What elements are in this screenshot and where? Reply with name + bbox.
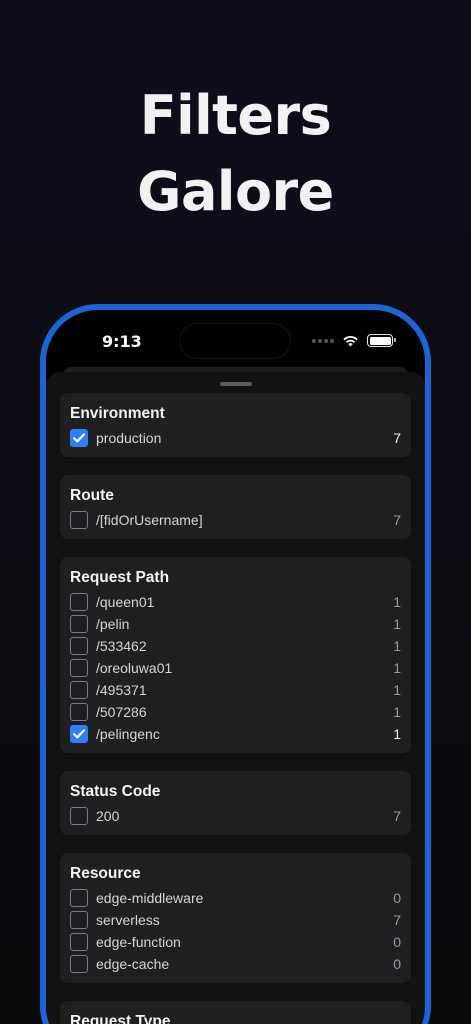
filter-checkbox[interactable] <box>70 511 88 529</box>
dynamic-island <box>180 324 290 358</box>
filter-option-label: edge-cache <box>96 956 170 972</box>
filter-option[interactable]: edge-cache 0 <box>70 953 401 975</box>
filter-option-count: 7 <box>393 430 401 446</box>
filter-option-label: /507286 <box>96 704 147 720</box>
filter-option[interactable]: edge-function 0 <box>70 931 401 953</box>
filter-option-count: 0 <box>393 934 401 950</box>
filter-option-label: /queen01 <box>96 594 155 610</box>
filter-option[interactable]: /pelin 1 <box>70 613 401 635</box>
filter-option-count: 0 <box>393 956 401 972</box>
filter-checkbox[interactable] <box>70 637 88 655</box>
filter-option-label: /533462 <box>96 638 147 654</box>
headline-line-1: Filters <box>139 84 332 147</box>
filter-option[interactable]: /533462 1 <box>70 635 401 657</box>
filter-checkbox[interactable] <box>70 725 88 743</box>
filter-checkbox[interactable] <box>70 889 88 907</box>
filter-option[interactable]: 200 7 <box>70 805 401 827</box>
filter-section-title: Resource <box>70 865 141 882</box>
filter-option-count: 1 <box>393 682 401 698</box>
sheet-grabber[interactable] <box>220 382 252 386</box>
filter-option[interactable]: /queen01 1 <box>70 591 401 613</box>
filter-checkbox[interactable] <box>70 615 88 633</box>
filter-option-label: /pelingenc <box>96 726 160 742</box>
status-bar: 9:13 <box>46 310 425 370</box>
filter-section: Environment production 7 <box>60 393 411 457</box>
filter-checkbox[interactable] <box>70 955 88 973</box>
filter-section-title: Status Code <box>70 783 161 800</box>
cellular-signal-icon <box>312 338 334 343</box>
filter-option-label: serverless <box>96 912 160 928</box>
filter-option-label: /495371 <box>96 682 147 698</box>
phone-frame: 9:13 Environment production 7 Route /[fidOrU… <box>40 304 431 1024</box>
filter-option-label: /pelin <box>96 616 130 632</box>
filter-option-label: production <box>96 430 162 446</box>
filter-checkbox[interactable] <box>70 593 88 611</box>
filter-option[interactable]: /495371 1 <box>70 679 401 701</box>
filter-section: Route /[fidOrUsername] 7 <box>60 475 411 539</box>
filter-option-count: 1 <box>393 638 401 654</box>
filter-option-label: edge-middleware <box>96 890 204 906</box>
filter-sections: Environment production 7 Route /[fidOrUserna… <box>60 393 411 1024</box>
filter-checkbox[interactable] <box>70 807 88 825</box>
battery-icon <box>367 334 396 347</box>
filter-option-label: edge-function <box>96 934 181 950</box>
filter-option[interactable]: serverless 7 <box>70 909 401 931</box>
headline-line-2: Galore <box>137 160 334 223</box>
filter-checkbox[interactable] <box>70 659 88 677</box>
filters-sheet[interactable]: Environment production 7 Route /[fidOrUserna… <box>46 372 425 1024</box>
filter-option[interactable]: production 7 <box>70 427 401 449</box>
filter-option-count: 1 <box>393 616 401 632</box>
filter-option[interactable]: edge-middleware 0 <box>70 887 401 909</box>
filter-option[interactable]: /pelingenc 1 <box>70 723 401 745</box>
filter-option-count: 7 <box>393 512 401 528</box>
filter-option-count: 1 <box>393 660 401 676</box>
checkmark-icon <box>73 433 85 443</box>
filter-checkbox[interactable] <box>70 933 88 951</box>
filter-option-count: 7 <box>393 912 401 928</box>
filter-checkbox[interactable] <box>70 681 88 699</box>
filter-option[interactable]: /oreoluwa01 1 <box>70 657 401 679</box>
wifi-icon <box>343 336 358 347</box>
status-time: 9:13 <box>102 332 142 351</box>
filter-checkbox[interactable] <box>70 429 88 447</box>
filter-section: Resource edge-middleware 0 serverless 7 edge-… <box>60 853 411 983</box>
filter-section: Request Type <box>60 1001 411 1024</box>
headline: Filters Galore <box>0 78 471 230</box>
filter-section-title: Request Type <box>70 1013 171 1024</box>
filter-section-title: Environment <box>70 405 165 422</box>
filter-option-label: /oreoluwa01 <box>96 660 173 676</box>
filter-option-label: /[fidOrUsername] <box>96 512 203 528</box>
filter-section-title: Request Path <box>70 569 170 586</box>
filter-option-count: 7 <box>393 808 401 824</box>
filter-option-count: 1 <box>393 726 401 742</box>
filter-option-count: 1 <box>393 704 401 720</box>
filter-option-count: 1 <box>393 594 401 610</box>
filter-checkbox[interactable] <box>70 911 88 929</box>
phone-screen: 9:13 Environment production 7 Route /[fidOrU… <box>46 310 425 1024</box>
filter-option[interactable]: /[fidOrUsername] 7 <box>70 509 401 531</box>
filter-option-label: 200 <box>96 808 120 824</box>
status-icons <box>312 334 396 347</box>
filter-option[interactable]: /507286 1 <box>70 701 401 723</box>
filter-section: Request Path/queen01 1/pelin 1/533462 1/ore… <box>60 557 411 753</box>
filter-checkbox[interactable] <box>70 703 88 721</box>
filter-section: Status Code 200 7 <box>60 771 411 835</box>
checkmark-icon <box>73 729 85 739</box>
filter-section-title: Route <box>70 487 114 504</box>
filter-option-count: 0 <box>393 890 401 906</box>
